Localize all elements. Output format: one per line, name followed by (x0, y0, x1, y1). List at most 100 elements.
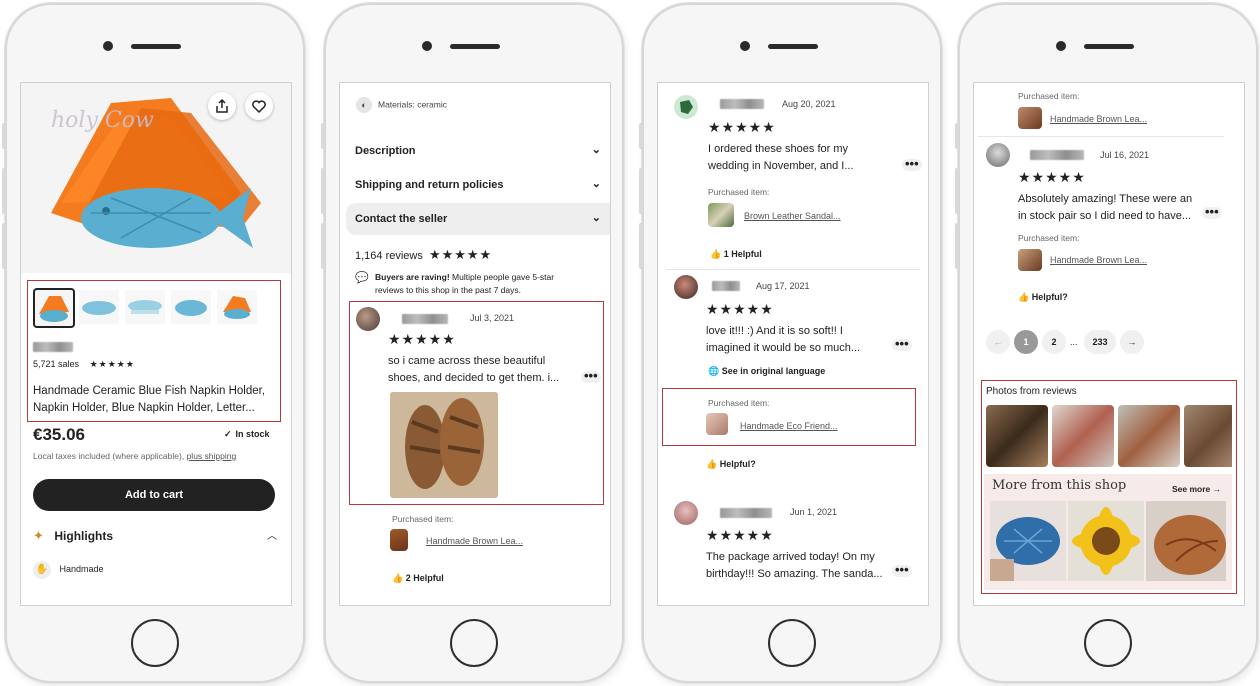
shop-item-1[interactable] (990, 501, 1066, 581)
purchased-item-link[interactable]: Brown Leather Sandal... (744, 211, 841, 221)
reviewer-name-blurred (720, 99, 764, 109)
review-date: Aug 17, 2021 (756, 281, 810, 291)
reviewer-avatar (674, 275, 698, 299)
handmade-label: Handmade (59, 564, 104, 574)
description-accordion[interactable]: Description ⌄ (355, 144, 601, 157)
home-button[interactable] (131, 619, 179, 667)
helpful-button[interactable]: 👍 1 Helpful (710, 249, 762, 260)
more-options-button[interactable]: ••• (892, 337, 912, 351)
shop-item-2[interactable] (1068, 501, 1144, 581)
helpful-label: 2 Helpful (405, 573, 444, 583)
helpful-button[interactable]: 👍 Helpful? (706, 459, 756, 470)
volume-up-button (639, 168, 643, 214)
review-text-line-1: so i came across these beautiful (388, 355, 546, 367)
purchased-item-thumbnail[interactable] (1018, 249, 1042, 271)
checkmark-icon: ✓ (224, 429, 232, 439)
review-photo-2[interactable] (1052, 405, 1114, 467)
shop-item-3[interactable] (1146, 501, 1226, 581)
phone-frame-3: Aug 20, 2021 ★★★★★ I ordered these shoes… (639, 3, 942, 683)
chevron-down-icon: ⌄ (591, 178, 601, 190)
review-text: love it!!! :) And it is so soft!! I imag… (706, 323, 860, 357)
see-original-language-link[interactable]: 🌐 See in original language (708, 366, 825, 377)
share-button[interactable] (208, 92, 236, 120)
review-photo[interactable] (390, 392, 498, 498)
pagination-next-button[interactable]: → (1120, 330, 1144, 354)
review-text-line-2: shoes, and decided to get them. i... (388, 372, 560, 384)
more-options-button[interactable]: ••• (581, 369, 601, 383)
reviewer-name-blurred (712, 281, 740, 291)
pagination-page-1[interactable]: 1 (1014, 330, 1038, 354)
volume-up-button (955, 168, 959, 214)
material-icon: ◐ (356, 97, 372, 113)
highlight-box-purchased-item (662, 388, 916, 446)
shipping-label: Shipping and return policies (355, 179, 504, 191)
screen-reviews-2: Aug 20, 2021 ★★★★★ I ordered these shoes… (657, 82, 929, 606)
review-text-line-2: imagined it would be so much... (706, 342, 861, 354)
contact-seller-label: Contact the seller (355, 213, 448, 225)
helpful-button[interactable]: 👍 Helpful? (1018, 292, 1068, 303)
taxes-note: Local taxes included (where applicable), (33, 451, 185, 461)
speaker (450, 44, 500, 49)
purchased-item-thumbnail[interactable] (706, 413, 728, 435)
volume-down-button (955, 223, 959, 269)
purchased-item-link[interactable]: Handmade Brown Lea... (1050, 255, 1147, 265)
highlight-box-product-info (27, 280, 281, 422)
reviewer-avatar (356, 307, 380, 331)
front-camera (740, 41, 750, 51)
purchased-item-thumbnail[interactable] (708, 203, 734, 227)
speaker (1084, 44, 1134, 49)
review-text: The package arrived today! On my birthda… (706, 549, 883, 583)
more-options-button[interactable]: ••• (892, 563, 912, 577)
review-text: so i came across these beautiful shoes, … (388, 353, 559, 387)
reviewer-name-blurred (720, 508, 772, 518)
materials-text: Materials: ceramic (378, 99, 447, 110)
reviewer-avatar (674, 501, 698, 525)
purchased-item-thumbnail[interactable] (390, 529, 408, 551)
photos-from-reviews-heading: Photos from reviews (986, 386, 1077, 397)
review-date: Aug 20, 2021 (782, 99, 836, 109)
review-date: Jul 16, 2021 (1100, 150, 1150, 160)
contact-seller-accordion[interactable]: Contact the seller ⌄ (346, 203, 610, 235)
purchased-item-link[interactable]: Handmade Brown Lea... (426, 536, 523, 546)
share-icon (216, 99, 228, 113)
description-label: Description (355, 145, 416, 157)
review-photo-1[interactable] (986, 405, 1048, 467)
home-button[interactable] (450, 619, 498, 667)
helpful-label: Helpful? (1031, 292, 1068, 302)
pagination-prev-button[interactable]: ← (986, 330, 1010, 354)
purchased-item-thumbnail[interactable] (1018, 107, 1042, 129)
add-to-cart-button[interactable]: Add to cart (33, 479, 275, 511)
mute-switch (639, 123, 643, 149)
favorite-button[interactable] (245, 92, 273, 120)
pagination-page-last[interactable]: 233 (1084, 330, 1116, 354)
arrow-right-icon: → (1127, 337, 1137, 347)
helpful-button[interactable]: 👍 2 Helpful (392, 573, 444, 584)
purchased-item-link[interactable]: Handmade Brown Lea... (1050, 114, 1147, 124)
see-more-link[interactable]: See more → (1172, 484, 1221, 494)
shipping-link[interactable]: plus shipping (187, 451, 237, 461)
volume-up-button (2, 168, 6, 214)
helpful-label: 1 Helpful (723, 249, 762, 259)
home-button[interactable] (768, 619, 816, 667)
speaker (131, 44, 181, 49)
home-button[interactable] (1084, 619, 1132, 667)
review-text: I ordered these shoes for my wedding in … (708, 141, 854, 175)
speaker (768, 44, 818, 49)
more-options-button[interactable]: ••• (902, 157, 922, 171)
review-text-line-1: love it!!! :) And it is so soft!! I (706, 325, 843, 337)
review-photo-4[interactable] (1184, 405, 1232, 467)
reviewer-avatar (986, 143, 1010, 167)
purchased-item-link[interactable]: Handmade Eco Friend... (740, 421, 838, 431)
screen-reviews-1: ◐ Materials: ceramic Description ⌄ Shippi… (339, 82, 611, 606)
chat-icon: 💬 (355, 272, 369, 284)
shipping-accordion[interactable]: Shipping and return policies ⌄ (355, 178, 601, 191)
volume-down-button (639, 223, 643, 269)
pagination-page-2[interactable]: 2 (1042, 330, 1066, 354)
divider (978, 136, 1224, 137)
chevron-down-icon: ⌄ (591, 144, 601, 156)
review-date: Jul 3, 2021 (470, 313, 515, 323)
raving-text-line-2: reviews to this shop in the past 7 days. (375, 285, 521, 295)
highlights-toggle[interactable]: ✦ Highlights ︿ (33, 527, 281, 545)
review-photo-3[interactable] (1118, 405, 1180, 467)
more-options-button[interactable]: ••• (1202, 205, 1222, 219)
